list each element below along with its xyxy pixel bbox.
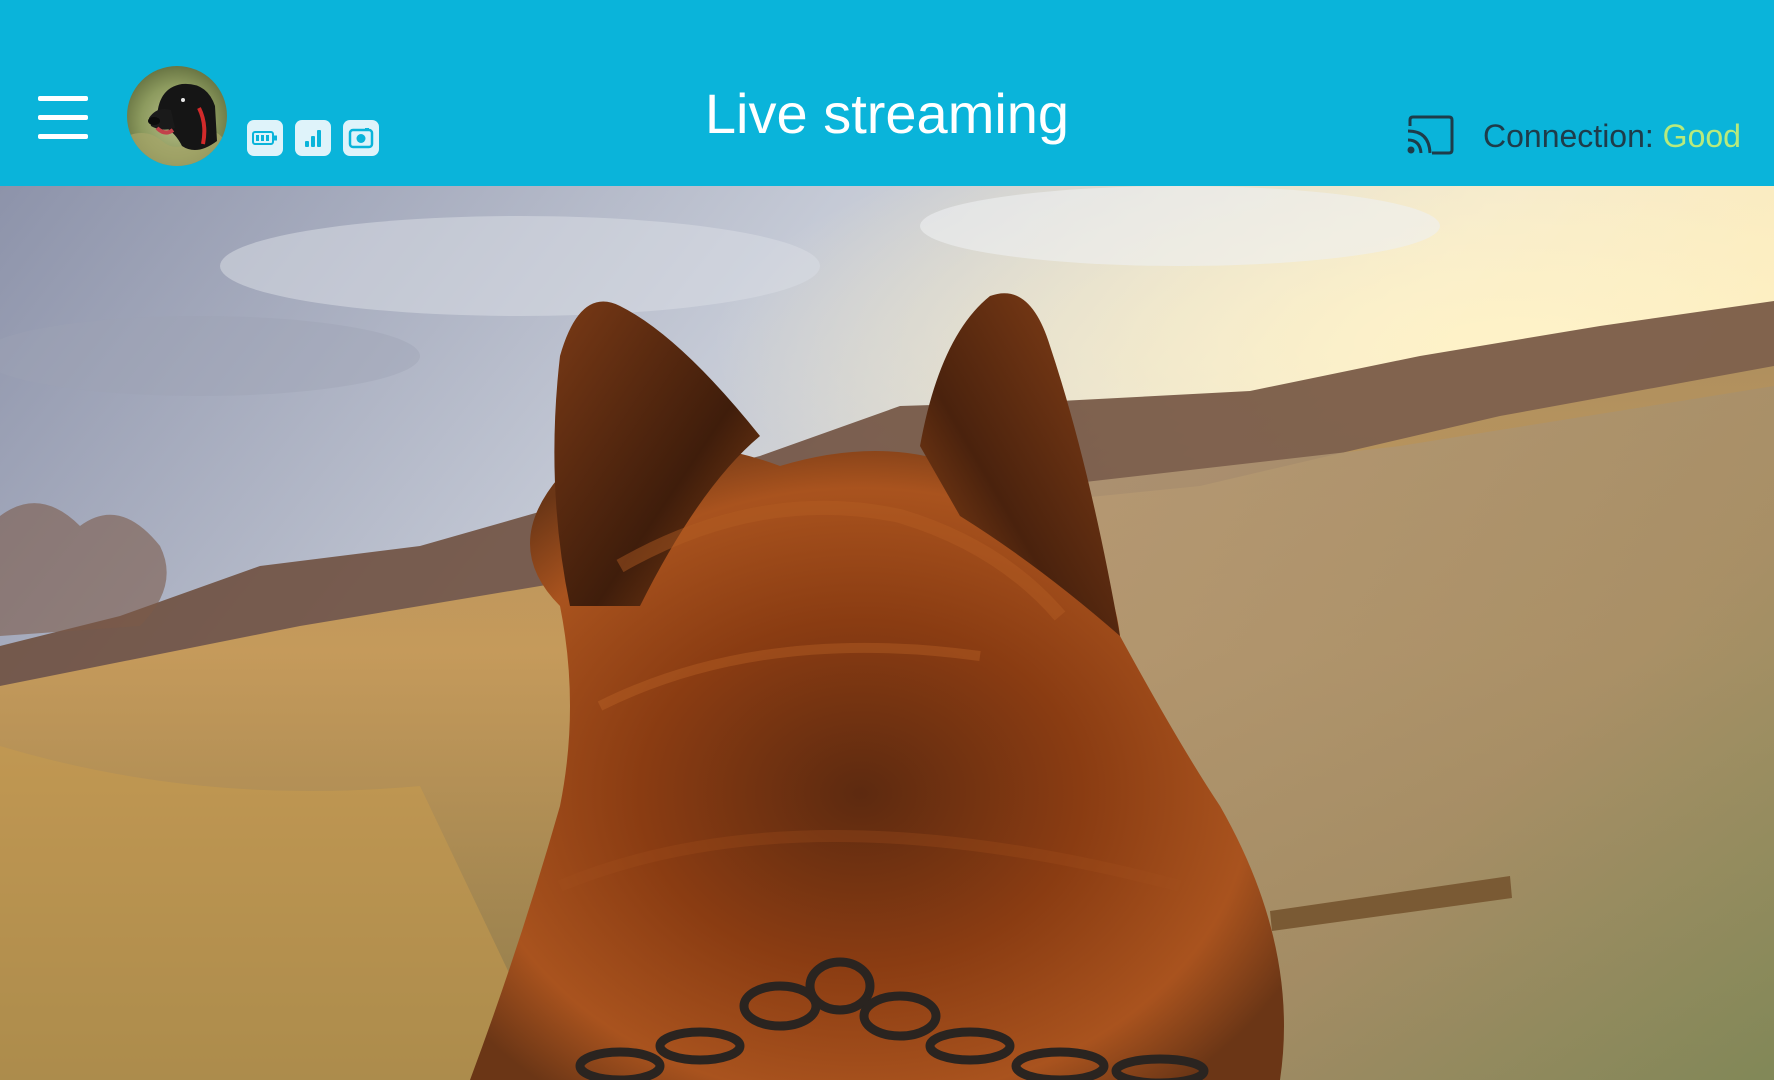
connection-label: Connection: [1483,118,1654,154]
camera-icon[interactable] [343,120,379,156]
avatar[interactable] [127,66,227,166]
connection-value: Good [1662,118,1741,154]
connection-status: Connection: Good [1483,118,1741,154]
battery-icon[interactable] [247,120,283,156]
status-icons [247,120,379,156]
live-video-stream[interactable] [0,186,1774,1080]
hamburger-menu-icon[interactable] [38,96,88,140]
cast-icon[interactable] [1404,114,1456,156]
bar-chart-icon[interactable] [295,120,331,156]
top-app-bar: Live streaming Connection: Good [0,0,1774,186]
